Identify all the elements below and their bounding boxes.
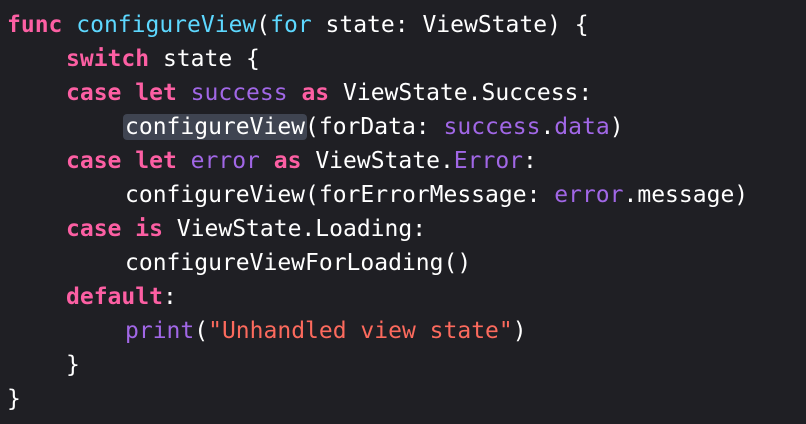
code-identifier: print bbox=[125, 318, 195, 344]
code-line[interactable]: configureView(forErrorMessage: error.mes… bbox=[0, 178, 806, 212]
code-token: state: ViewState) { bbox=[311, 12, 589, 38]
code-function-name: configureView bbox=[76, 12, 257, 38]
code-line[interactable]: switch state { bbox=[0, 42, 806, 76]
code-line[interactable]: } bbox=[0, 382, 806, 416]
code-line[interactable]: default: bbox=[0, 280, 806, 314]
code-keyword: switch bbox=[66, 46, 150, 72]
code-identifier: Error bbox=[453, 148, 524, 174]
code-line[interactable]: case is ViewState.Loading: bbox=[0, 212, 806, 246]
code-token: ViewState.Loading: bbox=[162, 216, 427, 242]
code-line[interactable]: case let error as ViewState.Error: bbox=[0, 144, 806, 178]
code-line[interactable]: configureView(forData: success.data) bbox=[0, 110, 806, 144]
code-token: ViewState.Success: bbox=[329, 80, 593, 106]
code-token: . bbox=[540, 114, 555, 140]
code-token: ViewState. bbox=[301, 148, 454, 174]
code-token: configureViewForLoading() bbox=[125, 250, 472, 276]
code-token: ( bbox=[256, 12, 271, 38]
code-token: configureView(forErrorMessage: bbox=[125, 182, 555, 208]
code-keyword: let bbox=[135, 148, 177, 174]
code-editor[interactable]: func configureView(for state: ViewState)… bbox=[0, 0, 806, 424]
code-identifier: success bbox=[443, 114, 541, 140]
code-line[interactable]: print("Unhandled view state") bbox=[0, 314, 806, 348]
code-keyword: case bbox=[66, 148, 122, 174]
code-string-literal: "Unhandled view state" bbox=[208, 318, 513, 344]
code-token: ( bbox=[194, 318, 209, 344]
code-line[interactable]: } bbox=[0, 348, 806, 382]
code-token: : bbox=[162, 284, 177, 310]
code-token: } bbox=[7, 386, 21, 412]
code-token: : bbox=[523, 148, 537, 174]
selected-symbol: configureView bbox=[123, 114, 308, 140]
code-token: (forData: bbox=[305, 114, 444, 140]
code-keyword: case bbox=[66, 80, 122, 106]
code-keyword: default bbox=[66, 284, 163, 310]
code-token: .message) bbox=[623, 182, 749, 208]
code-token: state { bbox=[149, 46, 260, 72]
code-identifier: success bbox=[190, 80, 288, 106]
code-line[interactable]: case let success as ViewState.Success: bbox=[0, 76, 806, 110]
code-function-name: for bbox=[270, 12, 312, 38]
code-keyword: as bbox=[301, 80, 330, 106]
code-keyword: func bbox=[7, 12, 63, 38]
code-line[interactable]: func configureView(for state: ViewState)… bbox=[0, 8, 806, 42]
code-identifier: error bbox=[190, 148, 260, 174]
code-keyword: let bbox=[135, 80, 177, 106]
code-identifier: data bbox=[554, 114, 610, 140]
code-line[interactable]: configureViewForLoading() bbox=[0, 246, 806, 280]
code-token: } bbox=[66, 352, 80, 378]
code-token: ) bbox=[512, 318, 527, 344]
code-identifier: error bbox=[554, 182, 624, 208]
code-token: ) bbox=[609, 114, 624, 140]
code-keyword: as bbox=[273, 148, 302, 174]
code-keyword: is bbox=[135, 216, 163, 242]
code-keyword: case bbox=[66, 216, 122, 242]
